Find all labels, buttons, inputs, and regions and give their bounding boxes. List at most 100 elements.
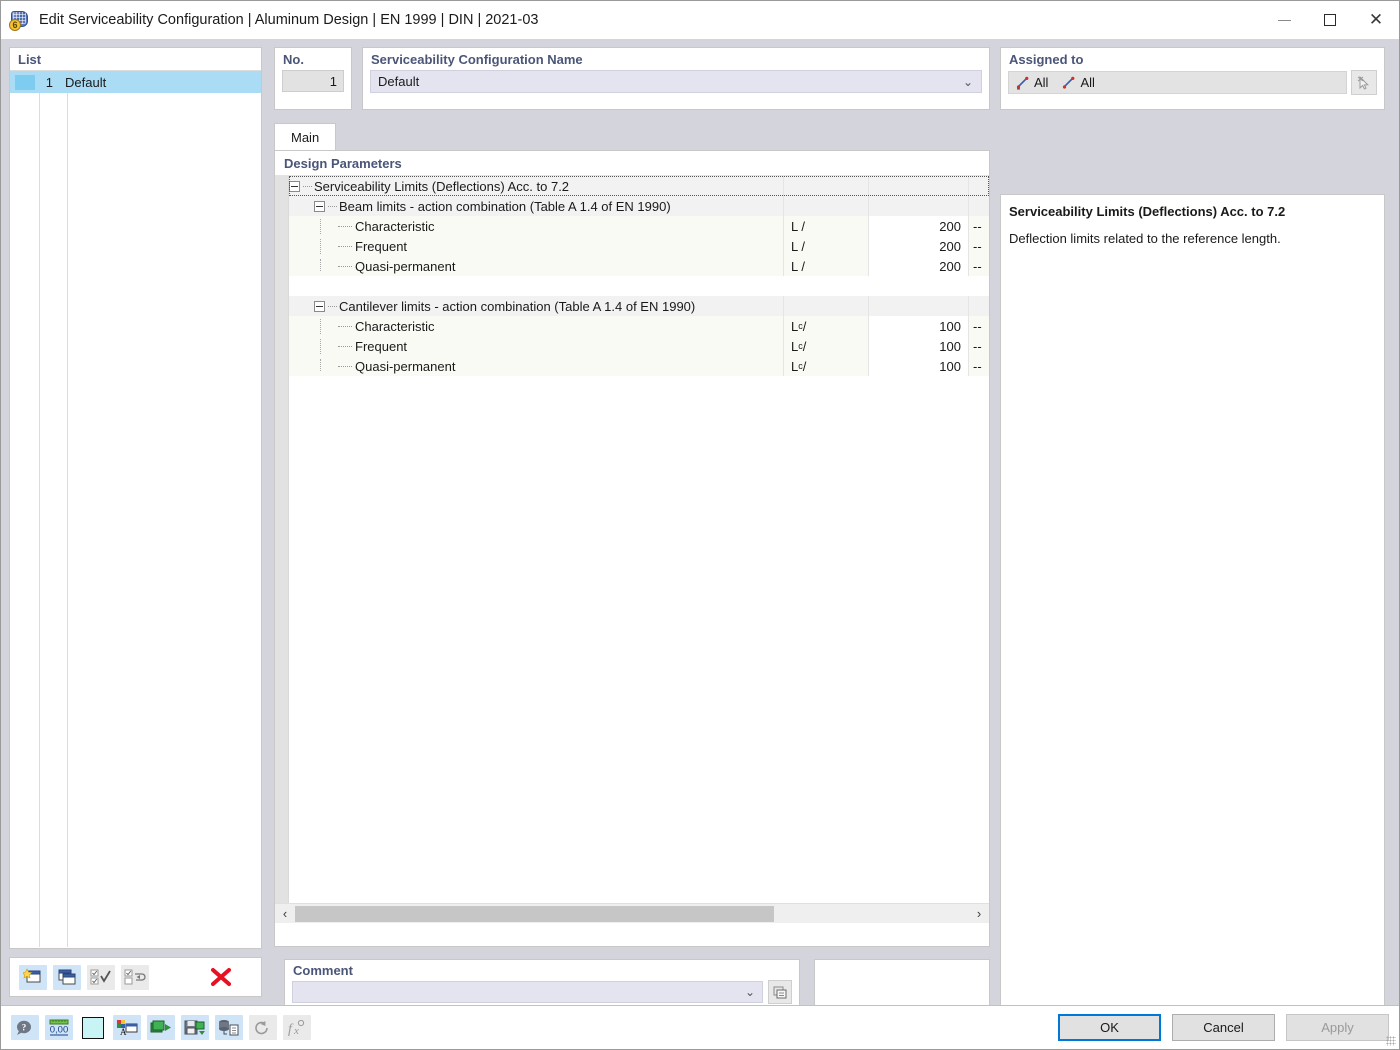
display-properties-button[interactable]: A: [113, 1015, 141, 1040]
tree-row-label: Frequent: [355, 238, 408, 254]
tree-row[interactable]: Frequent Lc / 100 --: [289, 336, 989, 356]
tree-row[interactable]: Frequent L / 200 --: [289, 236, 989, 256]
tree-row-unit: --: [968, 236, 989, 256]
assigned-item-label: All: [1034, 75, 1049, 90]
minimize-button[interactable]: [1261, 1, 1307, 39]
color-swatch-button[interactable]: [79, 1015, 107, 1040]
title-bar: 6 Edit Serviceability Configuration | Al…: [1, 1, 1399, 39]
tree-row-value[interactable]: 200: [868, 256, 968, 276]
tree-row-label: Frequent: [355, 338, 408, 354]
comment-label: Comment: [293, 963, 353, 978]
assigned-row: All All: [1008, 70, 1377, 95]
scroll-left-icon[interactable]: ‹: [275, 906, 295, 921]
tree-row-symbol: L /: [783, 256, 868, 276]
tree-row-value[interactable]: 200: [868, 236, 968, 256]
copy-configuration-button[interactable]: [53, 964, 81, 990]
delete-configuration-button[interactable]: [207, 965, 235, 990]
tree-rows: Serviceability Limits (Deflections) Acc.…: [289, 176, 989, 903]
resize-grip[interactable]: [1386, 1036, 1396, 1046]
help-button[interactable]: ?: [11, 1015, 39, 1040]
dialog-footer: ? 0,00 A f x OK Cancel Apply: [1, 1005, 1399, 1049]
tree-row-value: [868, 296, 968, 316]
cancel-button[interactable]: Cancel: [1172, 1014, 1275, 1041]
new-configuration-button[interactable]: [19, 964, 47, 990]
tree-row[interactable]: Serviceability Limits (Deflections) Acc.…: [289, 176, 989, 196]
list-item-label: Default: [65, 74, 107, 90]
members-icon: [1016, 76, 1029, 89]
tree-row-symbol: [783, 196, 868, 216]
pick-cursor-icon: [1357, 75, 1369, 90]
tree-row-value[interactable]: 100: [868, 356, 968, 376]
tree-row-symbol: Lc /: [783, 336, 868, 356]
tree-row-label: Beam limits - action combination (Table …: [339, 198, 671, 214]
tree-row[interactable]: Quasi-permanent Lc / 100 --: [289, 356, 989, 376]
help-magnifier-icon: ?: [17, 1020, 31, 1035]
ok-button-label: OK: [1100, 1020, 1119, 1035]
collapse-toggle-icon[interactable]: [289, 180, 300, 192]
comment-library-button[interactable]: [768, 980, 792, 1004]
select-objects-button[interactable]: [1351, 70, 1377, 95]
close-button[interactable]: ✕: [1353, 1, 1399, 39]
collapse-toggle-icon[interactable]: [314, 200, 325, 212]
maximize-button[interactable]: [1307, 1, 1353, 39]
scroll-thumb[interactable]: [295, 905, 774, 922]
select-all-button[interactable]: [87, 964, 115, 990]
apply-button-label: Apply: [1321, 1020, 1354, 1035]
tree-row[interactable]: Beam limits - action combination (Table …: [289, 196, 989, 216]
collapse-toggle-icon[interactable]: [314, 300, 325, 312]
tree-row-label: Characteristic: [355, 318, 435, 334]
units-decimals-button[interactable]: 0,00: [45, 1015, 73, 1040]
assigned-field[interactable]: All All: [1008, 71, 1347, 94]
display-properties-icon: A: [117, 1019, 138, 1037]
tree-row-label: Characteristic: [355, 218, 435, 234]
scroll-right-icon[interactable]: ›: [969, 906, 989, 921]
list-body: 1 Default: [10, 71, 261, 947]
import-icon: [150, 1020, 171, 1032]
assigned-item-members[interactable]: All: [1016, 75, 1048, 90]
tree-row-unit: [968, 176, 989, 196]
tab-main[interactable]: Main: [274, 123, 337, 151]
list-panel: List 1 Default: [9, 47, 262, 949]
tree-row-unit: --: [968, 316, 989, 336]
tree-row-value[interactable]: 100: [868, 316, 968, 336]
tree-row-unit: [968, 196, 989, 216]
comment-input[interactable]: ⌄: [292, 981, 763, 1003]
tree-row-value[interactable]: 200: [868, 216, 968, 236]
window-title: Edit Serviceability Configuration | Alum…: [39, 12, 539, 28]
list-panel-label: List: [10, 48, 261, 71]
svg-text:x: x: [293, 1025, 299, 1037]
tree-row-spacer: [289, 276, 989, 296]
tree-horizontal-scrollbar[interactable]: ‹ ›: [275, 903, 989, 923]
tree-row[interactable]: Characteristic Lc / 100 --: [289, 316, 989, 336]
invert-selection-button[interactable]: [121, 964, 149, 990]
formula-fx-icon: f x: [288, 1019, 305, 1037]
new-window-icon: [23, 968, 41, 983]
list-item[interactable]: 1 Default: [10, 71, 261, 93]
database-button[interactable]: [215, 1015, 243, 1040]
apply-button[interactable]: Apply: [1286, 1014, 1389, 1041]
formula-button[interactable]: f x: [283, 1015, 311, 1040]
comment-row: ⌄: [285, 980, 799, 1004]
tree-row[interactable]: Cantilever limits - action combination (…: [289, 296, 989, 316]
tab-strip: Main: [274, 123, 990, 151]
reset-button[interactable]: [249, 1015, 277, 1040]
svg-text:0,00: 0,00: [50, 1024, 69, 1035]
assigned-item-lines[interactable]: All: [1062, 75, 1095, 90]
list-color-swatch[interactable]: [15, 74, 35, 90]
scroll-track[interactable]: [295, 905, 969, 922]
tree-row-label: Quasi-permanent: [355, 258, 456, 274]
configuration-name-value: Default: [378, 74, 420, 89]
units-ruler-icon: 0,00: [49, 1019, 69, 1035]
tree-row-symbol: L /: [783, 236, 868, 256]
tree-row-symbol: [783, 176, 868, 196]
configuration-name-combo[interactable]: Default ⌄: [370, 70, 982, 93]
svg-text:?: ?: [22, 1022, 27, 1032]
import-button[interactable]: [147, 1015, 175, 1040]
export-button[interactable]: [181, 1015, 209, 1040]
tree-row[interactable]: Characteristic L / 200 --: [289, 216, 989, 236]
design-parameters-panel: Design Parameters Serviceability Limits …: [274, 150, 990, 947]
ok-button[interactable]: OK: [1058, 1014, 1161, 1041]
tree-row-label: Serviceability Limits (Deflections) Acc.…: [314, 178, 570, 194]
tree-row[interactable]: Quasi-permanent L / 200 --: [289, 256, 989, 276]
tree-row-value[interactable]: 100: [868, 336, 968, 356]
